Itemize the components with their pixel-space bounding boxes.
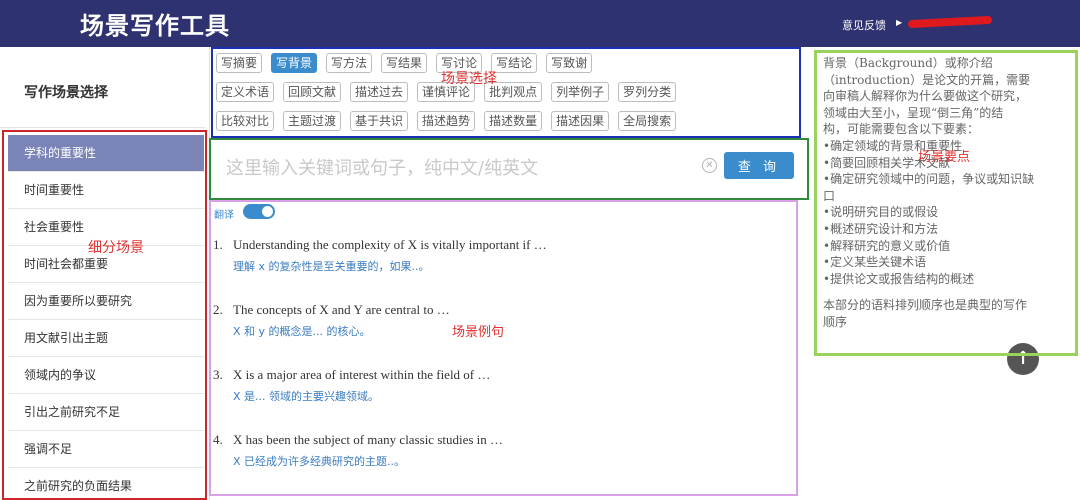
scene-chip-grid: 写摘要 写背景 写方法 写结果 写讨论 写结论 写致谢 定义术语 回顾文献 描述过去 谨慎评论 批判观… (216, 53, 794, 140)
annotation-label-scene-examples: 场景例句 (452, 325, 505, 340)
example-item[interactable]: 3. X is a major area of interest within t… (213, 367, 793, 432)
example-chinese: X 已经成为许多经典研究的主题..。 (233, 455, 406, 468)
scene-chip[interactable]: 回顾文献 (283, 82, 342, 102)
scene-point-line: 背景（Background）或称介绍 (823, 56, 993, 70)
example-english-text: X is a major area of interest within the… (233, 367, 491, 382)
scene-point-line: •提供论文或报告结构的概述 (823, 271, 975, 286)
scene-chip[interactable]: 描述因果 (551, 111, 610, 131)
example-list: 1. Understanding the complexity of X is v… (213, 237, 793, 497)
example-english: 1. Understanding the complexity of X is v… (213, 237, 793, 253)
sidebar-item[interactable]: 因为重要所以要研究 (8, 283, 204, 320)
toggle-knob (262, 206, 273, 217)
chip-row: 写摘要 写背景 写方法 写结果 写讨论 写结论 写致谢 (216, 53, 794, 73)
scene-chip[interactable]: 描述趋势 (417, 111, 476, 131)
example-chinese: X 是... 领域的主要兴趣领域。 (233, 390, 380, 403)
header-bar: 场景写作工具 意见反馈 ▶ (0, 0, 1080, 47)
sidebar-item[interactable]: 学科的重要性 (8, 135, 204, 172)
scene-point-line: •确定研究领域中的问题，争议或知识缺 (823, 172, 1035, 187)
scene-chip[interactable]: 描述数量 (484, 111, 543, 131)
arrow-up-icon[interactable]: ↑ (1007, 343, 1039, 375)
example-number: 1. (213, 237, 223, 252)
sidebar-divider (0, 127, 205, 128)
search-button[interactable]: 查 询 (724, 152, 794, 179)
clear-icon[interactable]: ✕ (702, 158, 717, 173)
example-english: 2. The concepts of X and Y are central to… (213, 302, 793, 318)
scene-point-line: 构，可能需要包含以下要素： (823, 122, 980, 137)
example-number: 2. (213, 302, 223, 317)
scene-chip[interactable]: 列举例子 (551, 82, 610, 102)
scene-chip[interactable]: 定义术语 (216, 82, 275, 102)
annotation-label-scene-select: 场景选择 (441, 71, 497, 87)
scene-chip[interactable]: 基于共识 (350, 111, 409, 131)
user-redacted-mark[interactable] (907, 15, 993, 29)
scene-point-line: •解释研究的意义或价值 (823, 238, 951, 253)
scene-chip[interactable]: 写结果 (381, 53, 428, 73)
scene-point-line: 向审稿人解释你为什么要做这个研究， (823, 89, 1028, 104)
scene-chip[interactable]: 比较对比 (216, 111, 275, 131)
example-number: 3. (213, 367, 223, 382)
scene-chip[interactable]: 描述过去 (350, 82, 409, 102)
example-number: 4. (213, 432, 223, 447)
app-title: 场景写作工具 (80, 12, 230, 40)
scene-note-line: 本部分的语料排列顺序也是典型的写作 (823, 298, 1028, 313)
scene-point-line: 领域由大至小，呈现“倒三角”的结 (823, 105, 1004, 120)
example-english-text: X has been the subject of many classic s… (233, 432, 504, 447)
sidebar-list: 学科的重要性 时间重要性 社会重要性 时间社会都重要 因为重要所以要研究 用文献引出主题领… (8, 135, 204, 500)
sidebar-item[interactable]: 用文献引出主题 (8, 320, 204, 357)
caret-right-icon: ▶ (896, 18, 903, 27)
example-item[interactable]: 1. Understanding the complexity of X is v… (213, 237, 793, 302)
scene-chip[interactable]: 写致谢 (546, 53, 593, 73)
scene-point-line: 口 (823, 188, 836, 203)
example-english: 3. X is a major area of interest within t… (213, 367, 793, 383)
search-box: ✕ 查 询 (214, 143, 804, 194)
translate-toggle[interactable] (243, 204, 275, 219)
scene-chip[interactable]: 罗列分类 (618, 82, 677, 102)
scene-chip[interactable]: 主题过渡 (283, 111, 342, 131)
sidebar-separator (209, 47, 210, 500)
scene-point-line: •概述研究设计和方法 (823, 221, 939, 236)
sidebar-item[interactable]: 引出之前研究不足 (8, 394, 204, 431)
scene-chip[interactable]: 写背景 (271, 53, 318, 73)
scene-note-line: 顺序 (823, 314, 848, 329)
scene-point-line: •定义某些关键术语 (823, 255, 927, 270)
scene-point-line: •说明研究目的或假设 (823, 205, 939, 220)
chip-row: 比较对比 主题过渡 基于共识 描述趋势 描述数量 描述因果 全局搜索 (216, 111, 794, 131)
sidebar-item[interactable]: 领域内的争议 (8, 357, 204, 394)
translate-label: 翻译 (214, 210, 234, 221)
example-item[interactable]: 4. X has been the subject of many classic… (213, 432, 793, 497)
sidebar-title: 写作场景选择 (24, 85, 108, 101)
scene-point-line: （introduction）是论文的开篇，需要 (823, 72, 1031, 87)
scene-chip[interactable]: 全局搜索 (618, 111, 677, 131)
scene-chip[interactable]: 写摘要 (216, 53, 263, 73)
sidebar-item[interactable]: 时间重要性 (8, 172, 204, 209)
example-english: 4. X has been the subject of many classic… (213, 432, 793, 448)
annotation-label-scene-points: 场景要点 (918, 150, 971, 165)
scene-points-panel: 背景（Background）或称介绍 （introduction）是论文的开篇，需… (823, 55, 1075, 331)
chip-row: 定义术语 回顾文献 描述过去 谨慎评论 批判观点 列举例子 罗列分类 (216, 82, 794, 102)
scene-chip[interactable]: 写结论 (491, 53, 538, 73)
annotation-label-sub-scene: 细分场景 (88, 240, 144, 256)
example-english-text: Understanding the complexity of X is vit… (233, 237, 547, 252)
feedback-link[interactable]: 意见反馈 (842, 17, 886, 33)
example-chinese: 理解 x 的复杂性是至关重要的，如果..。 (233, 260, 430, 273)
example-english-text: The concepts of X and Y are central to … (233, 302, 450, 317)
sidebar-item[interactable]: 之前研究的负面结果 (8, 468, 204, 500)
sidebar-item[interactable]: 强调不足 (8, 431, 204, 468)
scene-chip[interactable]: 写方法 (326, 53, 373, 73)
